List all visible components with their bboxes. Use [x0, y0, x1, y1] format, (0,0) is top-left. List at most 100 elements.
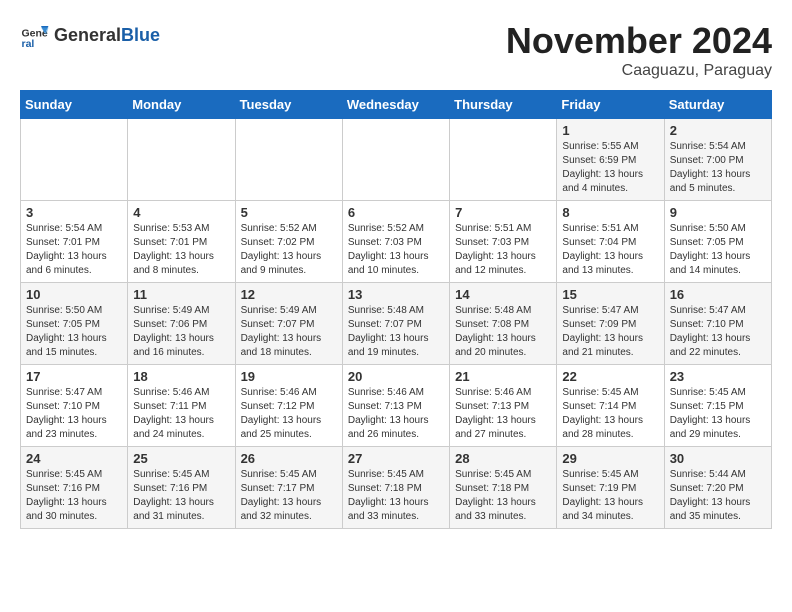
calendar-cell: [128, 119, 235, 201]
day-number: 10: [26, 287, 122, 302]
calendar-cell: 29 Sunrise: 5:45 AM Sunset: 7:19 PM Dayli…: [557, 447, 664, 529]
calendar-cell: 6 Sunrise: 5:52 AM Sunset: 7:03 PM Daylig…: [342, 201, 449, 283]
day-number: 26: [241, 451, 337, 466]
day-detail: Sunrise: 5:45 AM Sunset: 7:16 PM Dayligh…: [133, 469, 214, 522]
day-detail: Sunrise: 5:47 AM Sunset: 7:09 PM Dayligh…: [562, 305, 643, 358]
day-detail: Sunrise: 5:47 AM Sunset: 7:10 PM Dayligh…: [670, 305, 751, 358]
day-detail: Sunrise: 5:44 AM Sunset: 7:20 PM Dayligh…: [670, 469, 751, 522]
day-number: 11: [133, 287, 229, 302]
day-detail: Sunrise: 5:45 AM Sunset: 7:17 PM Dayligh…: [241, 469, 322, 522]
day-detail: Sunrise: 5:51 AM Sunset: 7:03 PM Dayligh…: [455, 223, 536, 276]
day-number: 20: [348, 369, 444, 384]
day-number: 13: [348, 287, 444, 302]
day-detail: Sunrise: 5:52 AM Sunset: 7:02 PM Dayligh…: [241, 223, 322, 276]
calendar-cell: 9 Sunrise: 5:50 AM Sunset: 7:05 PM Daylig…: [664, 201, 771, 283]
header-wednesday: Wednesday: [342, 91, 449, 119]
title-section: November 2024 Caaguazu, Paraguay: [506, 20, 772, 80]
day-number: 8: [562, 205, 658, 220]
calendar-cell: 14 Sunrise: 5:48 AM Sunset: 7:08 PM Dayli…: [450, 283, 557, 365]
location-subtitle: Caaguazu, Paraguay: [506, 62, 772, 80]
calendar-cell: 16Sunrise: 5:47 AM Sunset: 7:10 PM Dayli…: [664, 283, 771, 365]
day-number: 12: [241, 287, 337, 302]
calendar-cell: 1Sunrise: 5:55 AM Sunset: 6:59 PM Daylig…: [557, 119, 664, 201]
calendar-cell: 18 Sunrise: 5:46 AM Sunset: 7:11 PM Dayli…: [128, 365, 235, 447]
day-detail: Sunrise: 5:45 AM Sunset: 7:19 PM Dayligh…: [562, 469, 643, 522]
calendar-cell: 30 Sunrise: 5:44 AM Sunset: 7:20 PM Dayli…: [664, 447, 771, 529]
day-number: 17: [26, 369, 122, 384]
day-detail: Sunrise: 5:46 AM Sunset: 7:12 PM Dayligh…: [241, 387, 322, 440]
calendar-cell: 17 Sunrise: 5:47 AM Sunset: 7:10 PM Dayli…: [21, 365, 128, 447]
day-detail: Sunrise: 5:45 AM Sunset: 7:14 PM Dayligh…: [562, 387, 643, 440]
day-detail: Sunrise: 5:55 AM Sunset: 6:59 PM Dayligh…: [562, 141, 643, 194]
day-detail: Sunrise: 5:47 AM Sunset: 7:10 PM Dayligh…: [26, 387, 107, 440]
day-number: 15: [562, 287, 658, 302]
calendar-cell: 27Sunrise: 5:45 AM Sunset: 7:18 PM Dayli…: [342, 447, 449, 529]
header-sunday: Sunday: [21, 91, 128, 119]
calendar-cell: [342, 119, 449, 201]
day-number: 2: [670, 123, 766, 138]
calendar-cell: 7 Sunrise: 5:51 AM Sunset: 7:03 PM Daylig…: [450, 201, 557, 283]
header-tuesday: Tuesday: [235, 91, 342, 119]
day-detail: Sunrise: 5:48 AM Sunset: 7:07 PM Dayligh…: [348, 305, 429, 358]
day-number: 9: [670, 205, 766, 220]
calendar-cell: 10 Sunrise: 5:50 AM Sunset: 7:05 PM Dayli…: [21, 283, 128, 365]
calendar-cell: 5Sunrise: 5:52 AM Sunset: 7:02 PM Daylig…: [235, 201, 342, 283]
header-thursday: Thursday: [450, 91, 557, 119]
logo-blue-text: Blue: [121, 25, 160, 46]
day-number: 21: [455, 369, 551, 384]
day-detail: Sunrise: 5:45 AM Sunset: 7:15 PM Dayligh…: [670, 387, 751, 440]
day-number: 28: [455, 451, 551, 466]
calendar-cell: 4 Sunrise: 5:53 AM Sunset: 7:01 PM Daylig…: [128, 201, 235, 283]
calendar-cell: 21Sunrise: 5:46 AM Sunset: 7:13 PM Dayli…: [450, 365, 557, 447]
calendar-cell: [21, 119, 128, 201]
day-detail: Sunrise: 5:51 AM Sunset: 7:04 PM Dayligh…: [562, 223, 643, 276]
logo-icon: Gene ral: [20, 20, 50, 50]
day-detail: Sunrise: 5:45 AM Sunset: 7:18 PM Dayligh…: [348, 469, 429, 522]
week-row-3: 10 Sunrise: 5:50 AM Sunset: 7:05 PM Dayli…: [21, 283, 772, 365]
day-detail: Sunrise: 5:50 AM Sunset: 7:05 PM Dayligh…: [670, 223, 751, 276]
calendar-cell: 8 Sunrise: 5:51 AM Sunset: 7:04 PM Daylig…: [557, 201, 664, 283]
svg-text:ral: ral: [22, 38, 35, 50]
day-number: 24: [26, 451, 122, 466]
day-number: 29: [562, 451, 658, 466]
calendar-cell: 3 Sunrise: 5:54 AM Sunset: 7:01 PM Daylig…: [21, 201, 128, 283]
calendar-cell: 25 Sunrise: 5:45 AM Sunset: 7:16 PM Dayli…: [128, 447, 235, 529]
day-number: 19: [241, 369, 337, 384]
calendar-cell: [450, 119, 557, 201]
day-detail: Sunrise: 5:53 AM Sunset: 7:01 PM Dayligh…: [133, 223, 214, 276]
calendar-table: SundayMondayTuesdayWednesdayThursdayFrid…: [20, 90, 772, 529]
day-number: 7: [455, 205, 551, 220]
calendar-cell: 26 Sunrise: 5:45 AM Sunset: 7:17 PM Dayli…: [235, 447, 342, 529]
day-detail: Sunrise: 5:54 AM Sunset: 7:00 PM Dayligh…: [670, 141, 751, 194]
calendar-title: November 2024: [506, 20, 772, 62]
day-number: 23: [670, 369, 766, 384]
day-detail: Sunrise: 5:46 AM Sunset: 7:13 PM Dayligh…: [348, 387, 429, 440]
day-detail: Sunrise: 5:50 AM Sunset: 7:05 PM Dayligh…: [26, 305, 107, 358]
day-number: 30: [670, 451, 766, 466]
calendar-cell: 22Sunrise: 5:45 AM Sunset: 7:14 PM Dayli…: [557, 365, 664, 447]
week-row-4: 17 Sunrise: 5:47 AM Sunset: 7:10 PM Dayli…: [21, 365, 772, 447]
week-row-2: 3 Sunrise: 5:54 AM Sunset: 7:01 PM Daylig…: [21, 201, 772, 283]
calendar-cell: 13 Sunrise: 5:48 AM Sunset: 7:07 PM Dayli…: [342, 283, 449, 365]
calendar-cell: 12 Sunrise: 5:49 AM Sunset: 7:07 PM Dayli…: [235, 283, 342, 365]
day-detail: Sunrise: 5:54 AM Sunset: 7:01 PM Dayligh…: [26, 223, 107, 276]
day-number: 6: [348, 205, 444, 220]
day-detail: Sunrise: 5:49 AM Sunset: 7:06 PM Dayligh…: [133, 305, 214, 358]
day-number: 4: [133, 205, 229, 220]
calendar-cell: 19 Sunrise: 5:46 AM Sunset: 7:12 PM Dayli…: [235, 365, 342, 447]
calendar-cell: 28 Sunrise: 5:45 AM Sunset: 7:18 PM Dayli…: [450, 447, 557, 529]
day-number: 25: [133, 451, 229, 466]
day-number: 14: [455, 287, 551, 302]
calendar-header-row: SundayMondayTuesdayWednesdayThursdayFrid…: [21, 91, 772, 119]
day-detail: Sunrise: 5:45 AM Sunset: 7:18 PM Dayligh…: [455, 469, 536, 522]
logo-general-text: General: [54, 25, 121, 46]
day-number: 18: [133, 369, 229, 384]
day-detail: Sunrise: 5:49 AM Sunset: 7:07 PM Dayligh…: [241, 305, 322, 358]
calendar-cell: 24Sunrise: 5:45 AM Sunset: 7:16 PM Dayli…: [21, 447, 128, 529]
week-row-5: 24 Sunrise: 5:45 AM Sunset: 7:16 PM Dayli…: [21, 447, 772, 529]
header-friday: Friday: [557, 91, 664, 119]
day-detail: Sunrise: 5:46 AM Sunset: 7:11 PM Dayligh…: [133, 387, 214, 440]
day-detail: Sunrise: 5:52 AM Sunset: 7:03 PM Dayligh…: [348, 223, 429, 276]
day-number: 3: [26, 205, 122, 220]
day-detail: Sunrise: 5:48 AM Sunset: 7:08 PM Dayligh…: [455, 305, 536, 358]
